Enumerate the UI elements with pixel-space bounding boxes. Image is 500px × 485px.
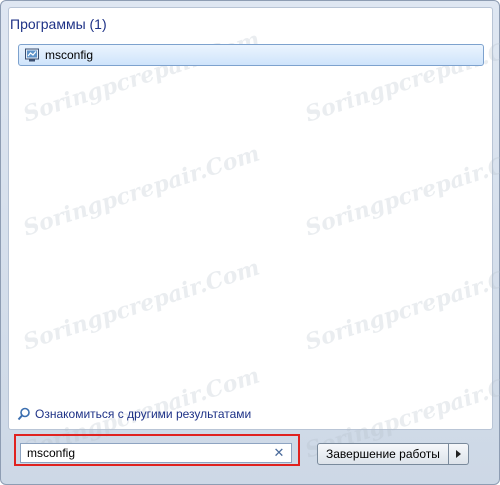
programs-section-header: Программы (1) [10,16,107,32]
shutdown-button-group: Завершение работы [317,443,469,465]
system-configuration-icon [25,48,39,62]
see-more-results-link[interactable]: Ознакомиться с другими результатами [17,407,251,421]
search-icon [17,407,30,421]
see-more-results-label: Ознакомиться с другими результатами [35,407,252,421]
chevron-right-icon [455,450,461,458]
search-input[interactable] [21,444,271,462]
result-item-label: msconfig [45,48,94,62]
result-item-msconfig[interactable]: msconfig [18,44,484,66]
search-results-panel [8,7,493,430]
shutdown-options-button[interactable] [448,443,469,465]
search-box: ✕ [20,443,292,463]
shutdown-button[interactable]: Завершение работы [317,443,449,465]
close-icon[interactable]: ✕ [271,445,287,461]
